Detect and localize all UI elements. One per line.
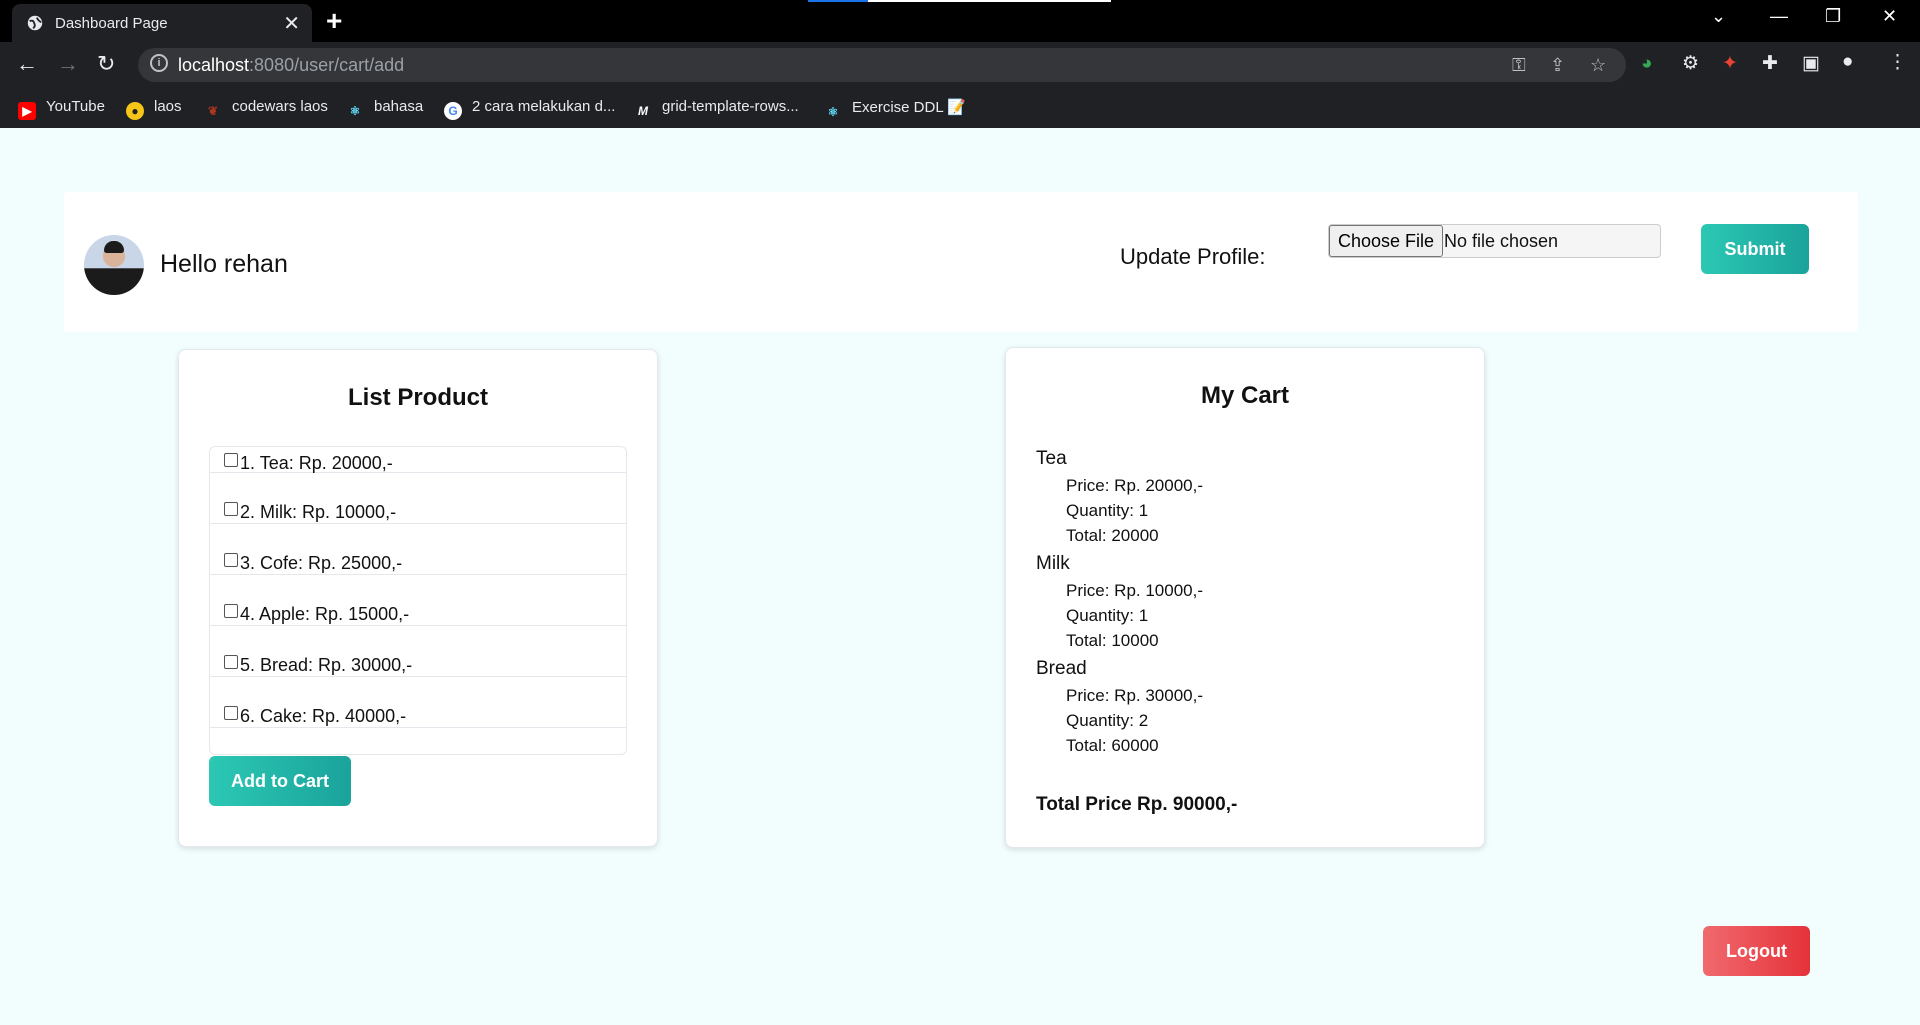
list-item[interactable]: 1. Tea: Rp. 20000,- — [210, 447, 626, 473]
cart-title: My Cart — [1200, 382, 1290, 409]
google-icon: G — [444, 102, 462, 120]
minimize-icon[interactable]: — — [1770, 6, 1788, 27]
browser-tabbar: Dashboard Page ✕ + ⌄ — ❐ ✕ — [0, 0, 1920, 42]
cart-item-name: Bread — [1036, 658, 1087, 679]
product-label: 4. Apple: Rp. 15000,- — [240, 604, 410, 624]
cart-item-total: Total: 60000 — [1066, 736, 1159, 755]
new-tab-icon[interactable]: + — [326, 5, 342, 37]
menu-kebab-icon[interactable]: ⋮ — [1888, 51, 1907, 74]
bookmark-exercise-ddl[interactable]: ⚛ Exercise DDL 📝 — [824, 98, 966, 121]
submit-button[interactable]: Submit — [1701, 224, 1809, 274]
back-icon[interactable]: ← — [16, 51, 38, 77]
reload-icon[interactable]: ↻ — [97, 51, 115, 77]
logout-button[interactable]: Logout — [1703, 926, 1810, 976]
choose-file-button[interactable]: Choose File — [1329, 225, 1444, 257]
product-checkbox[interactable] — [224, 553, 238, 567]
share-icon[interactable]: ⇪ — [1550, 55, 1565, 76]
cart-item-price: Price: Rp. 20000,- — [1066, 476, 1204, 495]
address-bar[interactable]: i localhost:8080/user/cart/add ⚿ ⇪ ☆ — [138, 48, 1626, 82]
color-wheel-icon[interactable]: ✦ — [1722, 52, 1738, 75]
cart-item-name: Tea — [1036, 448, 1067, 469]
bookmark-google-search[interactable]: G2 cara melakukan d... — [444, 98, 615, 120]
bookmark-youtube[interactable]: ▶ YouTube — [18, 98, 105, 120]
cart-item-quantity: Quantity: 2 — [1066, 711, 1149, 730]
product-label: 2. Milk: Rp. 10000,- — [240, 502, 397, 522]
product-checkbox[interactable] — [224, 453, 238, 467]
product-label: 1. Tea: Rp. 20000,- — [240, 453, 393, 473]
list-item[interactable]: 4. Apple: Rp. 15000,- — [210, 575, 626, 626]
list-item[interactable]: 3. Cofe: Rp. 25000,- — [210, 524, 626, 575]
product-list-card: List Product 1. Tea: Rp. 20000,- 2. Milk… — [178, 349, 658, 847]
browser-tab[interactable]: Dashboard Page ✕ — [12, 4, 312, 42]
avatar — [84, 235, 144, 295]
product-list: 1. Tea: Rp. 20000,- 2. Milk: Rp. 10000,-… — [209, 446, 627, 755]
tab-search-icon[interactable]: ⌄ — [1711, 6, 1726, 27]
bookmark-mdn[interactable]: Mgrid-template-rows... — [634, 98, 799, 120]
profile-file-input[interactable]: Choose File No file chosen — [1328, 224, 1661, 258]
product-checkbox[interactable] — [224, 502, 238, 516]
cart-item-total: Total: 10000 — [1066, 631, 1159, 650]
profile-avatar-icon[interactable]: ● — [1842, 51, 1853, 73]
react-icon: ⚛ — [827, 105, 839, 119]
add-to-cart-button[interactable]: Add to Cart — [209, 756, 351, 806]
cart-item-total: Total: 20000 — [1066, 526, 1159, 545]
tab-loading-indicator — [808, 0, 1111, 2]
product-list-title: List Product — [347, 384, 488, 411]
product-label: 3. Cofe: Rp. 25000,- — [240, 553, 403, 573]
cart-card: My Cart Tea Price: Rp. 20000,- Quantity:… — [1005, 347, 1485, 848]
bookmark-codewars[interactable]: ❦ codewars laos — [204, 98, 328, 120]
forward-icon[interactable]: → — [57, 51, 79, 77]
globe-icon — [27, 15, 43, 31]
product-checkbox[interactable] — [224, 706, 238, 720]
cart-item-name: Milk — [1036, 553, 1070, 574]
react-icon: ⚛ — [349, 104, 361, 118]
site-info-icon[interactable]: i — [150, 54, 168, 72]
bookmarks-bar: ▶ YouTube ● laos ❦ codewars laos ⚛ bahasa G2… — [0, 87, 1920, 128]
bookmark-bahasa[interactable]: ⚛ bahasa — [346, 98, 424, 120]
puzzle-icon[interactable]: ✚ — [1762, 52, 1778, 75]
product-label: 6. Cake: Rp. 40000,- — [240, 706, 407, 726]
list-item[interactable]: 6. Cake: Rp. 40000,- — [210, 677, 626, 728]
cart-item-price: Price: Rp. 30000,- — [1066, 686, 1204, 705]
list-item[interactable]: 2. Milk: Rp. 10000,- — [210, 473, 626, 524]
url-text[interactable]: localhost:8080/user/cart/add — [178, 55, 404, 76]
laos-icon: ● — [126, 102, 144, 120]
product-checkbox[interactable] — [224, 604, 238, 618]
product-label: 5. Bread: Rp. 30000,- — [240, 655, 413, 675]
tab-title: Dashboard Page — [55, 15, 168, 32]
key-icon[interactable]: ⚿ — [1512, 55, 1526, 76]
cart-item-price: Price: Rp. 10000,- — [1066, 581, 1204, 600]
close-window-icon[interactable]: ✕ — [1882, 6, 1897, 27]
gear-icon[interactable]: ⚙ — [1682, 52, 1699, 75]
browser-toolbar: ← → ↻ i localhost:8080/user/cart/add ⚿ ⇪… — [0, 42, 1920, 87]
product-checkbox[interactable] — [224, 655, 238, 669]
close-tab-icon[interactable]: ✕ — [283, 11, 300, 36]
profile-header: Hello rehan Update Profile: Choose File … — [64, 192, 1858, 332]
greeting-text: Hello rehan — [160, 250, 288, 278]
cart-total-price: Total Price Rp. 90000,- — [1036, 794, 1238, 815]
cart-item-quantity: Quantity: 1 — [1066, 501, 1149, 520]
bookmark-laos[interactable]: ● laos — [126, 98, 182, 120]
update-profile-label: Update Profile: — [1120, 244, 1266, 269]
side-panel-icon[interactable]: ▣ — [1802, 52, 1820, 75]
no-file-text: No file chosen — [1444, 231, 1559, 251]
codewars-icon: ❦ — [207, 104, 219, 118]
bookmark-star-icon[interactable]: ☆ — [1590, 55, 1606, 76]
extension-icon[interactable]: ◕ — [1641, 53, 1652, 75]
list-item[interactable]: 5. Bread: Rp. 30000,- — [210, 626, 626, 677]
cart-item-quantity: Quantity: 1 — [1066, 606, 1149, 625]
youtube-icon: ▶ — [18, 102, 36, 120]
mdn-icon: M — [638, 104, 648, 118]
restore-icon[interactable]: ❐ — [1825, 6, 1841, 27]
